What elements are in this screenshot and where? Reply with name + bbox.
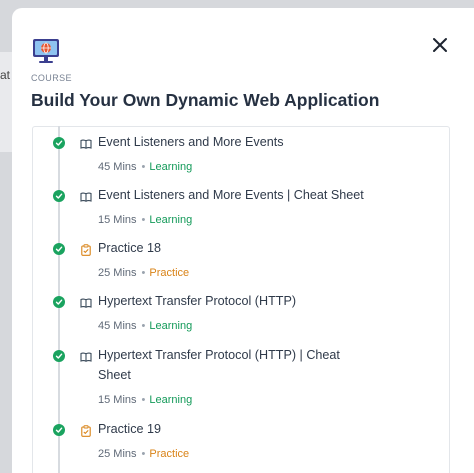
book-icon	[80, 296, 92, 308]
course-category-label: COURSE	[31, 73, 72, 83]
close-icon	[433, 38, 447, 52]
item-title: Practice 18	[98, 241, 161, 255]
completed-check-icon	[53, 190, 65, 202]
item-meta: 15 Mins • Learning	[98, 394, 192, 406]
meta-separator: •	[141, 320, 146, 332]
close-button[interactable]	[430, 35, 450, 55]
item-meta: 25 Mins • Practice	[98, 267, 189, 279]
book-icon	[80, 137, 92, 149]
item-tag: Practice	[149, 448, 190, 460]
item-tag: Learning	[149, 161, 193, 173]
meta-separator: •	[141, 448, 146, 460]
item-meta: 45 Mins • Learning	[98, 161, 192, 173]
item-tag: Learning	[149, 320, 193, 332]
meta-separator: •	[141, 214, 146, 226]
item-duration: 45 Mins	[98, 161, 137, 173]
item-meta: 45 Mins • Learning	[98, 320, 192, 332]
clipboard-icon	[80, 243, 92, 256]
item-title: Practice 19	[98, 422, 161, 436]
item-title-line-2: Sheet	[98, 368, 131, 382]
meta-separator: •	[141, 161, 146, 173]
item-meta: 15 Mins • Learning	[98, 214, 192, 226]
item-duration: 25 Mins	[98, 448, 137, 460]
monitor-globe-icon	[32, 38, 60, 64]
completed-check-icon	[53, 243, 65, 255]
item-tag: Learning	[149, 394, 193, 406]
completed-check-icon	[53, 137, 65, 149]
item-duration: 25 Mins	[98, 267, 137, 279]
item-tag: Practice	[149, 267, 190, 279]
clipboard-icon	[80, 424, 92, 437]
book-icon	[80, 350, 92, 362]
backdrop-text: at	[0, 68, 11, 82]
item-title: Hypertext Transfer Protocol (HTTP)	[98, 294, 297, 308]
completed-check-icon	[53, 296, 65, 308]
meta-separator: •	[141, 394, 146, 406]
course-modal: COURSE Build Your Own Dynamic Web Applic…	[12, 8, 474, 473]
meta-separator: •	[141, 267, 146, 279]
item-duration: 45 Mins	[98, 320, 137, 332]
completed-check-icon	[53, 350, 65, 362]
item-tag: Learning	[149, 214, 193, 226]
item-title: Event Listeners and More Events | Cheat …	[98, 188, 364, 202]
item-title-line-1: Hypertext Transfer Protocol (HTTP) | Che…	[98, 348, 340, 362]
item-duration: 15 Mins	[98, 214, 137, 226]
item-title: Event Listeners and More Events	[98, 135, 284, 149]
completed-check-icon	[53, 424, 65, 436]
item-meta: 25 Mins • Practice	[98, 448, 189, 460]
course-title: Build Your Own Dynamic Web Application	[31, 90, 380, 110]
book-icon	[80, 190, 92, 202]
item-duration: 15 Mins	[98, 394, 137, 406]
